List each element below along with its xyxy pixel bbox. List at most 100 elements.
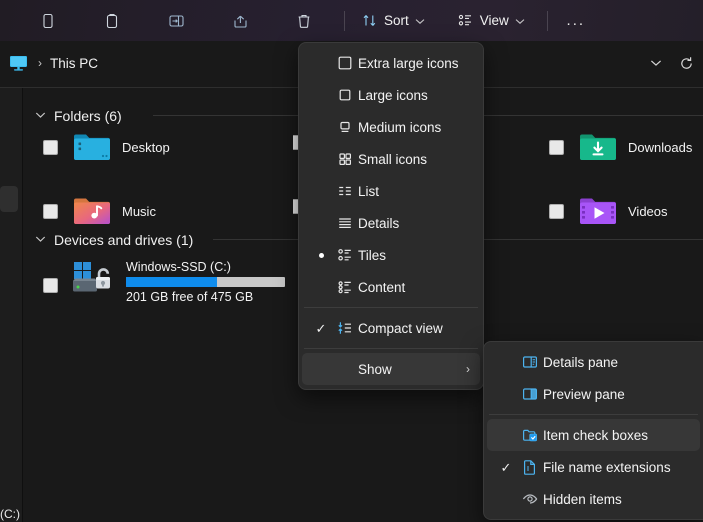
see-more-button[interactable]: ... [556,6,596,36]
toolbar-divider-1 [344,10,345,31]
drive-capacity-bar-fill [126,277,217,287]
drive-windows-icon [72,260,118,298]
menu-item-preview-pane[interactable]: Preview pane [487,378,700,410]
menu-item-label: Details [358,215,400,231]
this-pc-icon [8,54,30,72]
folder-videos-icon [578,194,618,228]
breadcrumb-separator: › [38,56,42,70]
file-explorer-window: Sort View ... › This PC (C:) Folders (6)… [0,0,703,522]
sort-icon [363,15,376,26]
group-header-devices[interactable]: Devices and drives (1) [35,232,193,248]
delete-icon[interactable] [284,5,324,37]
menu-item-label: Content [358,279,406,295]
list-view-icon [332,182,358,200]
view-label: View [479,13,509,28]
group-header-folders[interactable]: Folders (6) [35,108,122,124]
chevron-down-icon [515,13,525,28]
view-button[interactable]: View [449,6,533,36]
folder-downloads-icon [578,130,618,164]
extra-large-icons-icon [332,54,358,72]
hidden-items-icon [517,490,543,508]
paste-icon[interactable] [92,5,132,37]
item-checkbox[interactable] [43,203,58,219]
preview-pane-icon [517,385,543,403]
menu-item-label: Extra large icons [358,55,459,71]
menu-item-details-pane[interactable]: Details pane [487,346,700,378]
chevron-down-icon[interactable] [641,48,671,78]
item-checkbox[interactable] [43,139,58,155]
menu-item-label: Hidden items [543,491,622,507]
menu-item-large-icons[interactable]: Large icons [302,79,480,111]
menu-item-details[interactable]: Details [302,207,480,239]
menu-item-hidden-items[interactable]: Hidden items [487,483,700,515]
details-view-icon [332,214,358,232]
menu-item-label: Tiles [358,247,387,263]
menu-item-medium-icons[interactable]: Medium icons [302,111,480,143]
menu-item-file-name-extensions[interactable]: ✓ File name extensions [487,451,700,483]
breadcrumb-this-pc[interactable]: This PC [50,56,98,71]
view-menu: Extra large icons Large icons Medium ico… [298,42,484,390]
menu-item-radio-mark [310,252,332,258]
menu-divider [304,348,478,349]
sort-button[interactable]: Sort [353,6,433,36]
menu-item-check-mark: ✓ [500,459,512,475]
list-item[interactable]: Videos [549,194,668,228]
chevron-right-icon: › [466,362,470,376]
drive-free-space: 201 GB free of 475 GB [126,290,254,304]
navigation-pane: (C:) [0,88,22,522]
folder-desktop-icon [72,130,112,164]
chevron-down-icon [35,234,46,246]
menu-item-tiles[interactable]: Tiles [302,239,480,271]
list-item[interactable]: Desktop [43,130,170,164]
menu-item-item-check-boxes[interactable]: Item check boxes [487,419,700,451]
navigation-pane-partial-label[interactable]: (C:) [0,507,20,521]
drive-capacity-bar [126,277,285,287]
item-label: Desktop [122,139,170,155]
menu-item-label: List [358,183,380,199]
tiles-view-icon [332,246,358,264]
drive-name: Windows-SSD (C:) [126,260,231,274]
folder-music-icon [72,194,112,228]
item-checkbox[interactable] [43,278,58,293]
toolbar-divider-2 [546,10,548,31]
item-checkbox[interactable] [549,203,564,219]
copy-icon[interactable] [28,5,68,37]
chevron-down-icon [35,110,46,122]
menu-item-extra-large-icons[interactable]: Extra large icons [302,47,480,79]
group-title: Folders (6) [54,108,122,124]
item-label: Music [122,203,156,219]
menu-item-compact-view[interactable]: ✓ Compact view [302,312,480,344]
menu-item-label: File name extensions [543,459,671,475]
item-checkbox[interactable] [549,139,564,155]
menu-item-label: Details pane [543,354,619,370]
large-icons-icon [332,86,358,104]
compact-view-icon [332,319,358,337]
sort-label: Sort [384,13,409,28]
small-icons-icon [332,150,358,168]
menu-item-check-mark: ✓ [315,320,327,336]
view-icon [458,14,471,26]
refresh-icon[interactable] [671,48,701,78]
menu-item-label: Medium icons [358,119,442,135]
medium-icons-icon [332,118,358,136]
item-label: Downloads [628,139,693,155]
menu-item-show[interactable]: Show › [302,353,480,385]
menu-item-label: Preview pane [543,386,625,402]
chevron-down-icon [415,13,425,28]
navigation-pane-selected-item[interactable] [0,186,18,212]
list-item[interactable]: Downloads [549,130,692,164]
list-item[interactable]: Windows-SSD (C:) 201 GB free of 475 GB [43,260,285,304]
menu-item-list[interactable]: List [302,175,480,207]
drive-info: Windows-SSD (C:) 201 GB free of 475 GB [126,260,285,304]
share-icon[interactable] [220,5,260,37]
rename-icon[interactable] [156,5,196,37]
list-item[interactable]: Music [43,194,156,228]
menu-item-label: Item check boxes [543,427,649,443]
command-toolbar: Sort View ... [0,0,703,41]
menu-item-content[interactable]: Content [302,271,480,303]
details-pane-icon [517,353,543,371]
item-label: Videos [628,203,668,219]
show-submenu: Details pane Preview pane Item check box… [483,341,703,520]
item-check-boxes-icon [517,426,543,444]
menu-item-small-icons[interactable]: Small icons [302,143,480,175]
